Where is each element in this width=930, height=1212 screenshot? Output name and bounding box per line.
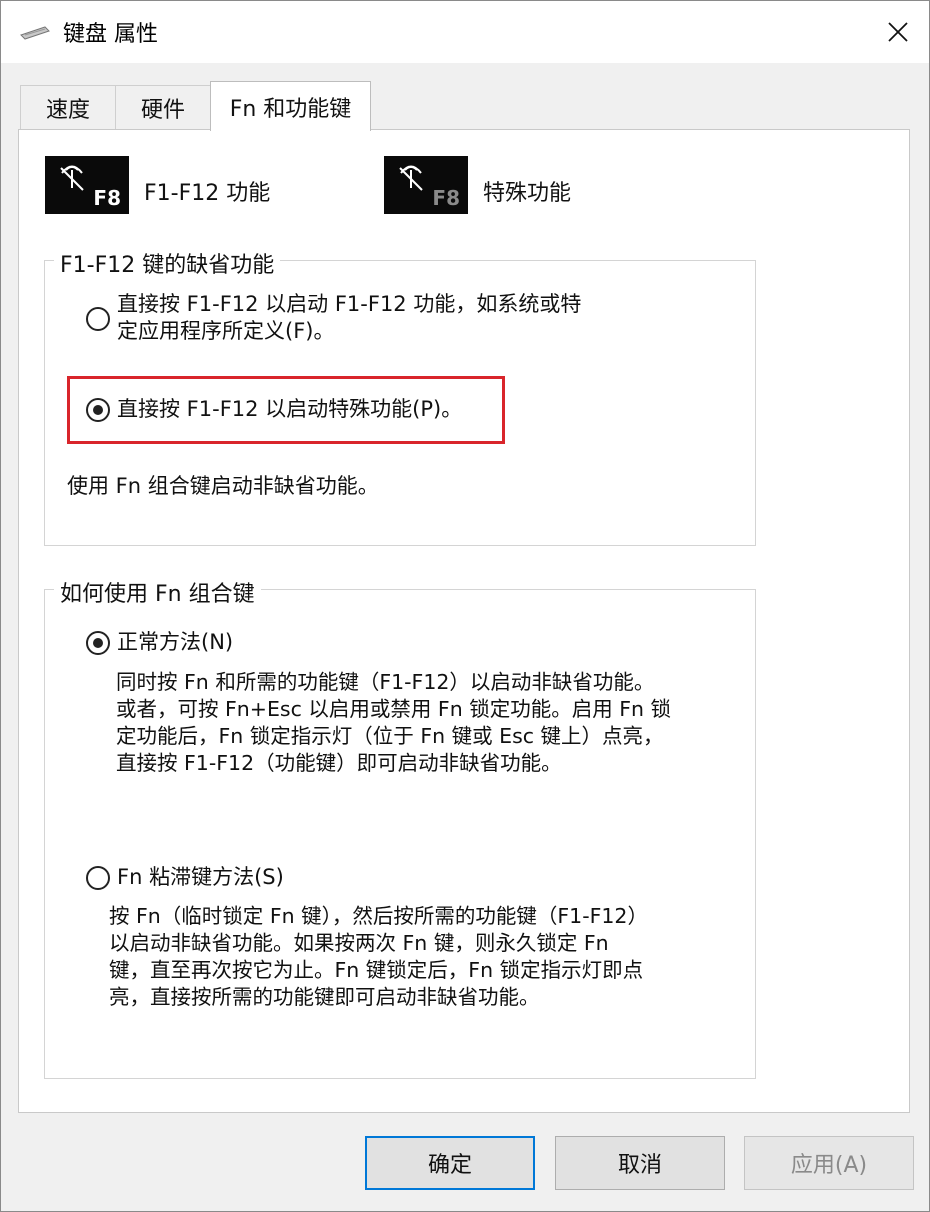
antenna-icon [60,165,84,191]
normal-method-description: 同时按 Fn 和所需的功能键（F1-F12）以启动非缺省功能。 或者，可按 Fn… [116,669,731,777]
sticky-desc-line: 按 Fn（临时锁定 Fn 键），然后按所需的功能键（F1-F12） [109,904,648,928]
key-f8-label: F8 [432,186,460,210]
apply-button-label: 应用(A) [790,1153,868,1178]
f1-f12-function-caption: F1-F12 功能 [144,181,271,206]
keyboard-properties-window: 键盘 属性 速度 硬件 Fn 和功能键 F8 F1-F12 功能 F8 特殊功能… [0,0,930,1212]
sticky-desc-line: 键，直至再次按它为止。Fn 键锁定后，Fn 锁定指示灯即点 [109,958,644,982]
sticky-method-label: Fn 粘滞键方法(S) [117,865,284,889]
option-f1-f12-line2: 定应用程序所定义(F)。 [117,319,335,343]
tab-fn-keys[interactable]: Fn 和功能键 [210,81,371,131]
option-special-function: 直接按 F1-F12 以启动特殊功能(P)。 [117,397,463,421]
cancel-button[interactable]: 取消 [555,1136,725,1190]
fn-usage-group-label: 如何使用 Fn 组合键 [54,576,261,608]
window-title: 键盘 属性 [63,22,158,47]
close-button[interactable] [867,1,929,63]
close-icon [888,22,908,42]
fn-combo-note: 使用 Fn 组合键启动非缺省功能。 [67,474,379,498]
ok-button[interactable]: 确定 [365,1136,535,1190]
tab-speed-label: 速度 [45,97,90,123]
apply-button[interactable]: 应用(A) [744,1136,914,1190]
tab-hardware[interactable]: 硬件 [115,85,211,129]
tab-fn-keys-label: Fn 和功能键 [229,96,352,122]
normal-desc-line: 或者，可按 Fn+Esc 以启用或禁用 Fn 锁定功能。启用 Fn 锁 [116,697,672,721]
normal-desc-line: 同时按 Fn 和所需的功能键（F1-F12）以启动非缺省功能。 [116,670,655,694]
key-f8-function-image: F8 [45,156,129,214]
radio-normal-method[interactable] [86,631,110,655]
antenna-icon [399,165,423,191]
special-function-caption: 特殊功能 [483,181,572,206]
sticky-desc-line: 以启动非缺省功能。如果按两次 Fn 键，则永久锁定 Fn [109,931,609,955]
key-f8-special-image: F8 [384,156,468,214]
normal-method-label: 正常方法(N) [117,630,234,654]
radio-special-function[interactable] [86,398,110,422]
radio-f1-f12-function[interactable] [86,307,110,331]
sticky-desc-line: 亮，直接按所需的功能键即可启动非缺省功能。 [109,985,540,1009]
radio-sticky-method[interactable] [86,866,110,890]
title-bar: 键盘 属性 [1,1,929,63]
normal-desc-line: 直接按 F1-F12（功能键）即可启动非缺省功能。 [116,751,562,775]
normal-desc-line: 定功能后，Fn 锁定指示灯（位于 Fn 键或 Esc 键上）点亮， [116,724,664,748]
default-function-group-label: F1-F12 键的缺省功能 [54,247,281,279]
tab-hardware-label: 硬件 [140,97,185,123]
option-f1-f12-line1: 直接按 F1-F12 以启动 F1-F12 功能，如系统或特 [117,292,582,316]
cancel-button-label: 取消 [617,1153,662,1178]
keyboard-icon [20,26,50,40]
ok-button-label: 确定 [427,1153,472,1178]
tab-speed[interactable]: 速度 [20,85,116,129]
sticky-method-description: 按 Fn（临时锁定 Fn 键），然后按所需的功能键（F1-F12） 以启动非缺省… [109,903,734,1011]
key-f8-label: F8 [93,186,121,210]
